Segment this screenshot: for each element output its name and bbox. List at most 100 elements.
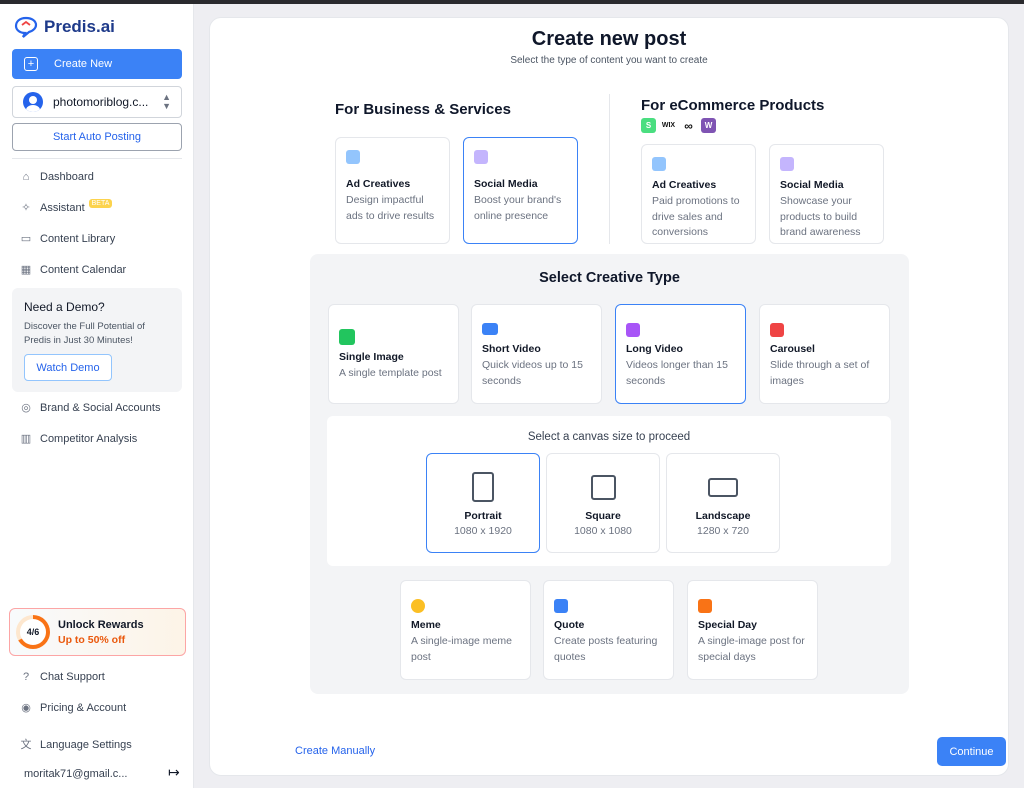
- start-auto-posting-button[interactable]: Start Auto Posting: [12, 123, 182, 151]
- ecommerce-ad-creatives-card[interactable]: Ad Creatives Paid promotions to drive sa…: [641, 144, 756, 244]
- card-title: Social Media: [474, 178, 538, 190]
- divider: [12, 158, 182, 159]
- nav-label: Content Library: [40, 233, 116, 245]
- nav-pricing-account[interactable]: ◉ Pricing & Account: [20, 702, 126, 714]
- card-title: Long Video: [626, 343, 683, 355]
- card-description: Boost your brand's online presence: [474, 194, 562, 222]
- long-video-card[interactable]: Long Video Videos longer than 15 seconds: [615, 304, 746, 404]
- carousel-card[interactable]: Carousel Slide through a set of images: [759, 304, 890, 404]
- create-new-button[interactable]: + Create New: [12, 49, 182, 79]
- beta-badge: BETA: [88, 198, 113, 208]
- card-title: Social Media: [780, 179, 844, 191]
- avatar: [23, 92, 43, 112]
- size-name: Square: [585, 510, 621, 522]
- card-title: Special Day: [698, 619, 757, 631]
- square-shape-icon: [591, 475, 616, 500]
- platform-icons: S WIX ∞ W: [641, 118, 716, 133]
- nav-label: Dashboard: [40, 171, 94, 183]
- page-subtitle: Select the type of content you want to c…: [510, 55, 708, 66]
- sparkle-icon: ✧: [21, 202, 31, 214]
- card-description: A single-image post for special days: [698, 635, 805, 663]
- app-name: Predis.ai: [44, 17, 115, 36]
- landscape-shape-icon: [708, 478, 738, 497]
- canvas-portrait-option[interactable]: Portrait 1080 x 1920: [426, 453, 540, 553]
- creative-type-heading: Select Creative Type: [539, 270, 680, 286]
- account-selector[interactable]: photomoriblog.c... ▲ ▼: [12, 86, 182, 118]
- single-image-card[interactable]: Single Image A single template post: [328, 304, 459, 404]
- nav-assistant[interactable]: ✧ Assistant BETA: [20, 198, 113, 214]
- translate-icon: 文: [20, 739, 32, 751]
- create-post-panel: Create new post Select the type of conte…: [209, 17, 1009, 776]
- help-icon: ?: [22, 671, 30, 683]
- card-description: Quick videos up to 15 seconds: [482, 359, 583, 387]
- card-title: Ad Creatives: [346, 178, 411, 190]
- size-dimensions: 1080 x 1080: [574, 525, 632, 537]
- canvas-landscape-option[interactable]: Landscape 1280 x 720: [666, 453, 780, 553]
- nav-brand-social-accounts[interactable]: ◎ Brand & Social Accounts: [20, 402, 160, 414]
- rewards-subtitle: Up to 50% off: [58, 633, 126, 646]
- ecommerce-social-media-card[interactable]: Social Media Showcase your products to b…: [769, 144, 884, 244]
- image-icon: [339, 329, 355, 345]
- wix-icon: WIX: [661, 118, 676, 133]
- demo-card: Need a Demo? Discover the Full Potential…: [12, 288, 182, 392]
- calendar-icon: ▦: [20, 264, 32, 276]
- card-title: Single Image: [339, 351, 404, 363]
- size-dimensions: 1280 x 720: [697, 525, 749, 537]
- rewards-progress-ring: 4/6: [16, 615, 50, 649]
- document-icon: [652, 157, 666, 171]
- size-name: Portrait: [464, 510, 502, 522]
- quote-card[interactable]: Quote Create posts featuring quotes: [543, 580, 674, 680]
- nav-language-settings[interactable]: 文 Language Settings: [20, 739, 132, 751]
- edit-document-icon: [780, 157, 794, 171]
- card-title: Ad Creatives: [652, 179, 717, 191]
- bar-chart-icon: ▥: [20, 433, 32, 445]
- rewards-title: Unlock Rewards: [58, 618, 144, 631]
- nav-dashboard[interactable]: ⌂ Dashboard: [20, 171, 94, 183]
- create-new-label: Create New: [54, 58, 113, 70]
- carousel-icon: [770, 323, 784, 337]
- canvas-size-selector: Select a canvas size to proceed Portrait…: [327, 416, 891, 566]
- continue-button[interactable]: Continue: [937, 737, 1006, 766]
- card-description: Showcase your products to build brand aw…: [780, 195, 861, 238]
- canvas-heading: Select a canvas size to proceed: [527, 431, 691, 443]
- page-title: Create new post: [531, 28, 687, 50]
- logout-icon[interactable]: ↦: [168, 764, 180, 781]
- rewards-progress: 4/6: [20, 619, 46, 645]
- nav-label: Competitor Analysis: [40, 433, 138, 445]
- special-day-card[interactable]: Special Day A single-image post for spec…: [687, 580, 818, 680]
- nav-content-calendar[interactable]: ▦ Content Calendar: [20, 264, 126, 276]
- card-title: Short Video: [482, 343, 541, 355]
- library-icon: ▭: [20, 233, 32, 245]
- nav-label: Language Settings: [40, 739, 132, 751]
- party-icon: [698, 599, 712, 613]
- watch-demo-button[interactable]: Watch Demo: [24, 354, 112, 381]
- document-icon: [346, 150, 360, 164]
- card-description: A single template post: [339, 367, 442, 379]
- nav-chat-support[interactable]: ? Chat Support: [20, 671, 105, 683]
- portrait-shape-icon: [472, 472, 494, 502]
- business-social-media-card[interactable]: Social Media Boost your brand's online p…: [463, 137, 578, 244]
- ecommerce-heading: For eCommerce Products: [641, 97, 825, 114]
- create-manually-link[interactable]: Create Manually: [295, 745, 375, 757]
- card-description: Videos longer than 15 seconds: [626, 359, 728, 387]
- logo[interactable]: Predis.ai: [14, 16, 115, 38]
- fingerprint-icon: ◎: [21, 402, 31, 414]
- nav-label: Assistant: [40, 202, 85, 214]
- squarespace-icon: ∞: [681, 118, 696, 133]
- plus-icon: +: [24, 57, 38, 71]
- unlock-rewards-card[interactable]: 4/6 Unlock Rewards Up to 50% off: [9, 608, 186, 656]
- meme-card[interactable]: Meme A single-image meme post: [400, 580, 531, 680]
- size-name: Landscape: [695, 510, 751, 522]
- clapperboard-icon: [626, 323, 640, 337]
- canvas-square-option[interactable]: Square 1080 x 1080: [546, 453, 660, 553]
- nav-competitor-analysis[interactable]: ▥ Competitor Analysis: [20, 433, 137, 445]
- logo-icon: [14, 16, 38, 38]
- woocommerce-icon: W: [701, 118, 716, 133]
- business-ad-creatives-card[interactable]: Ad Creatives Design impactful ads to dri…: [335, 137, 450, 244]
- short-video-card[interactable]: Short Video Quick videos up to 15 second…: [471, 304, 602, 404]
- nav-content-library[interactable]: ▭ Content Library: [20, 233, 115, 245]
- video-icon: [482, 323, 498, 335]
- nav-label: Chat Support: [40, 671, 105, 683]
- size-dimensions: 1080 x 1920: [454, 525, 512, 537]
- card-description: Paid promotions to drive sales and conve…: [652, 195, 740, 238]
